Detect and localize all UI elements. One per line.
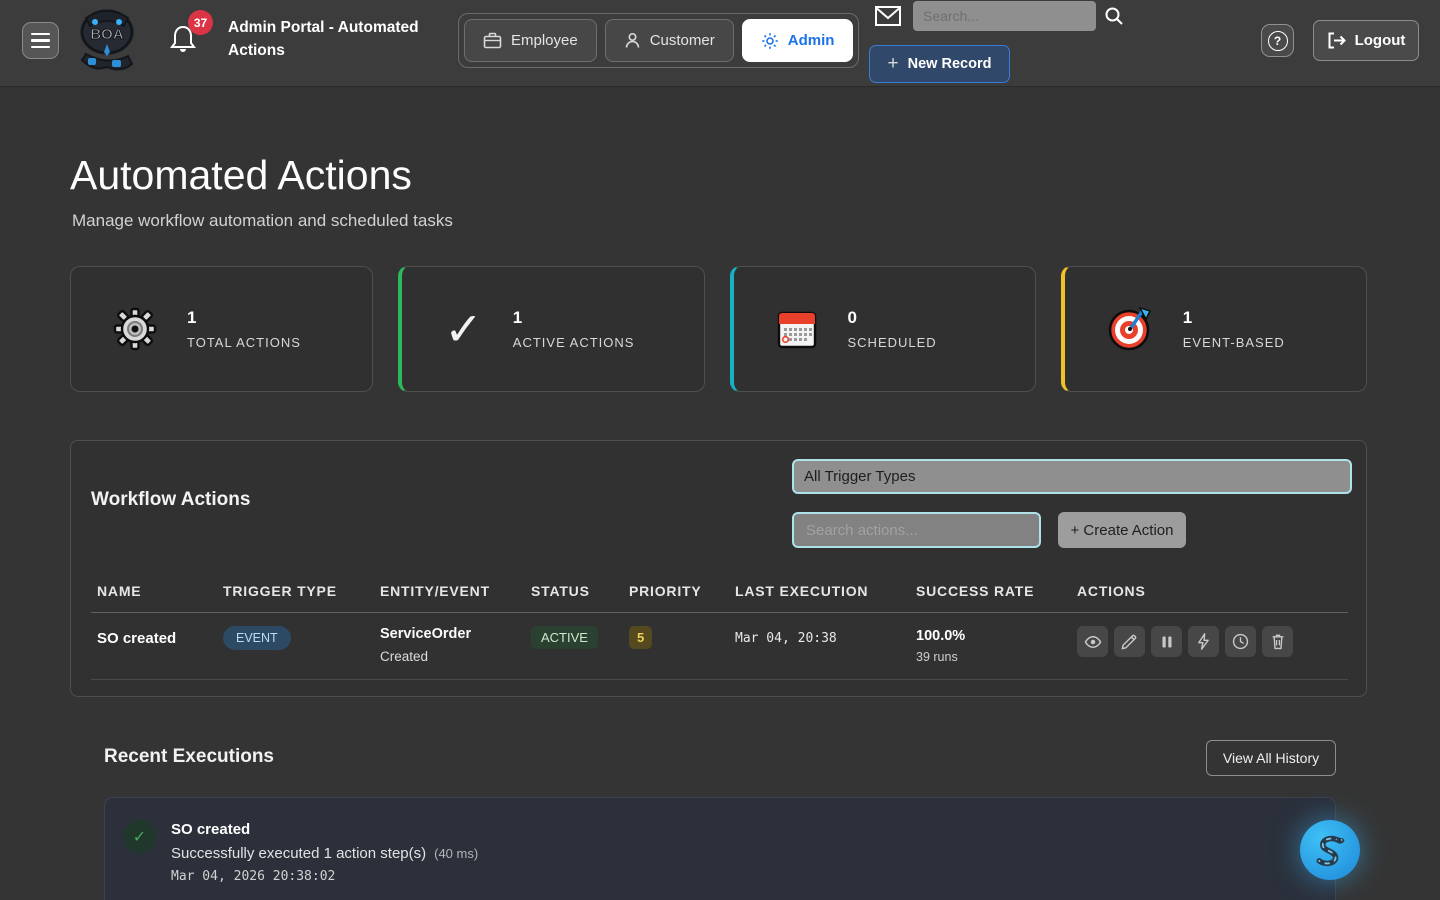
runs-count: 39 runs: [916, 650, 1077, 664]
stat-label: SCHEDULED: [848, 335, 937, 350]
row-actions: [1077, 626, 1348, 657]
envelope-icon: [874, 4, 902, 28]
app-title: Admin Portal - Automated Actions: [228, 16, 438, 62]
stat-value: 0: [848, 308, 937, 328]
page-subtitle: Manage workflow automation and scheduled…: [72, 211, 453, 231]
checkmark-icon: ✓: [444, 306, 483, 352]
eye-icon: [1084, 633, 1102, 651]
action-name: SO created: [97, 626, 223, 647]
search-icon[interactable]: [1104, 6, 1124, 26]
col-header-name: NAME: [97, 583, 223, 599]
global-search-input[interactable]: [913, 1, 1096, 31]
action-search-input[interactable]: [792, 512, 1041, 548]
col-header-actions: ACTIONS: [1077, 583, 1348, 599]
logout-label: Logout: [1355, 32, 1406, 49]
create-action-button[interactable]: + Create Action: [1058, 512, 1186, 548]
execution-item: ✓ SO created Successfully executed 1 act…: [104, 797, 1336, 900]
plus-icon: +: [888, 53, 899, 75]
stat-value: 1: [187, 308, 301, 328]
col-header-trigger-type: TRIGGER TYPE: [223, 583, 380, 599]
priority-badge: 5: [629, 626, 652, 649]
recent-executions-heading: Recent Executions: [104, 746, 274, 768]
col-header-status: STATUS: [531, 583, 629, 599]
entity-name: ServiceOrder: [380, 626, 531, 642]
workflow-actions-heading: Workflow Actions: [91, 489, 250, 511]
hamburger-menu-button[interactable]: [22, 22, 59, 59]
target-icon: [1107, 306, 1153, 352]
col-header-priority: PRIORITY: [629, 583, 735, 599]
execution-name: SO created: [171, 821, 250, 838]
person-icon: [624, 32, 641, 49]
trigger-type-badge: EVENT: [223, 626, 291, 650]
boa-logo: BOA: [78, 8, 136, 72]
delete-action-button[interactable]: [1262, 626, 1293, 657]
clock-icon: [1232, 633, 1249, 650]
stat-card-scheduled: 0 SCHEDULED: [730, 266, 1036, 392]
messages-button[interactable]: [874, 4, 902, 28]
lightning-icon: [1196, 633, 1211, 650]
stats-row: 1 TOTAL ACTIONS ✓ 1 ACTIVE ACTIONS 0 SCH…: [70, 266, 1367, 392]
logout-icon: [1327, 32, 1346, 49]
notifications-button[interactable]: 37: [170, 24, 196, 54]
help-button[interactable]: ?: [1261, 24, 1294, 57]
execution-timestamp: Mar 04, 2026 20:38:02: [171, 869, 335, 884]
gear-icon: [761, 32, 779, 50]
col-header-success-rate: SUCCESS RATE: [916, 583, 1077, 599]
svg-text:BOA: BOA: [90, 26, 124, 43]
trash-icon: [1270, 633, 1286, 650]
success-check-icon: ✓: [123, 820, 156, 853]
new-record-label: New Record: [908, 56, 992, 72]
table-header-row: NAME TRIGGER TYPE ENTITY/EVENT STATUS PR…: [91, 583, 1348, 613]
logout-button[interactable]: Logout: [1313, 20, 1419, 61]
pencil-icon: [1121, 633, 1138, 650]
execution-duration: (40 ms): [434, 846, 478, 861]
pause-icon: [1160, 635, 1174, 649]
tab-label: Customer: [650, 32, 715, 49]
assistant-chat-button[interactable]: [1300, 820, 1360, 880]
snake-icon: [1312, 832, 1348, 868]
col-header-last-execution: LAST EXECUTION: [735, 583, 916, 599]
tab-employee[interactable]: Employee: [464, 19, 597, 62]
trigger-type-select[interactable]: All Trigger Types: [792, 459, 1352, 494]
stat-value: 1: [1183, 308, 1285, 328]
workflow-actions-table: NAME TRIGGER TYPE ENTITY/EVENT STATUS PR…: [91, 583, 1348, 680]
tab-customer[interactable]: Customer: [605, 19, 734, 62]
event-name: Created: [380, 649, 531, 664]
page-title: Automated Actions: [70, 152, 412, 199]
edit-action-button[interactable]: [1114, 626, 1145, 657]
stat-label: ACTIVE ACTIONS: [513, 335, 635, 350]
tab-label: Employee: [511, 32, 578, 49]
stat-card-event-based: 1 EVENT-BASED: [1061, 266, 1367, 392]
col-header-entity-event: ENTITY/EVENT: [380, 583, 531, 599]
stat-card-total-actions: 1 TOTAL ACTIONS: [70, 266, 373, 392]
last-execution-time: Mar 04, 20:38: [735, 626, 916, 646]
stat-value: 1: [513, 308, 635, 328]
success-rate: 100.0%: [916, 626, 1077, 644]
stat-label: EVENT-BASED: [1183, 335, 1285, 350]
portal-tab-group: Employee Customer Admin: [458, 13, 859, 68]
execute-action-button[interactable]: [1188, 626, 1219, 657]
question-mark-icon: ?: [1268, 31, 1288, 51]
briefcase-icon: [483, 32, 502, 49]
pause-action-button[interactable]: [1151, 626, 1182, 657]
execution-message: Successfully executed 1 action step(s)(4…: [171, 845, 478, 862]
calendar-icon: [776, 307, 818, 351]
new-record-button[interactable]: + New Record: [869, 45, 1010, 83]
view-action-button[interactable]: [1077, 626, 1108, 657]
table-row: SO created EVENT ServiceOrder Created AC…: [91, 613, 1348, 680]
view-all-history-button[interactable]: View All History: [1206, 740, 1336, 776]
tab-label: Admin: [788, 32, 835, 49]
gear-icon: [113, 307, 157, 351]
history-action-button[interactable]: [1225, 626, 1256, 657]
stat-label: TOTAL ACTIONS: [187, 335, 301, 350]
stat-card-active-actions: ✓ 1 ACTIVE ACTIONS: [398, 266, 704, 392]
notification-count-badge: 37: [188, 10, 213, 35]
status-badge: ACTIVE: [531, 626, 598, 649]
workflow-actions-panel: Workflow Actions All Trigger Types + Cre…: [70, 440, 1367, 697]
top-navbar: BOA 37 Admin Portal - Automated Actions …: [0, 0, 1440, 87]
tab-admin[interactable]: Admin: [742, 19, 854, 62]
